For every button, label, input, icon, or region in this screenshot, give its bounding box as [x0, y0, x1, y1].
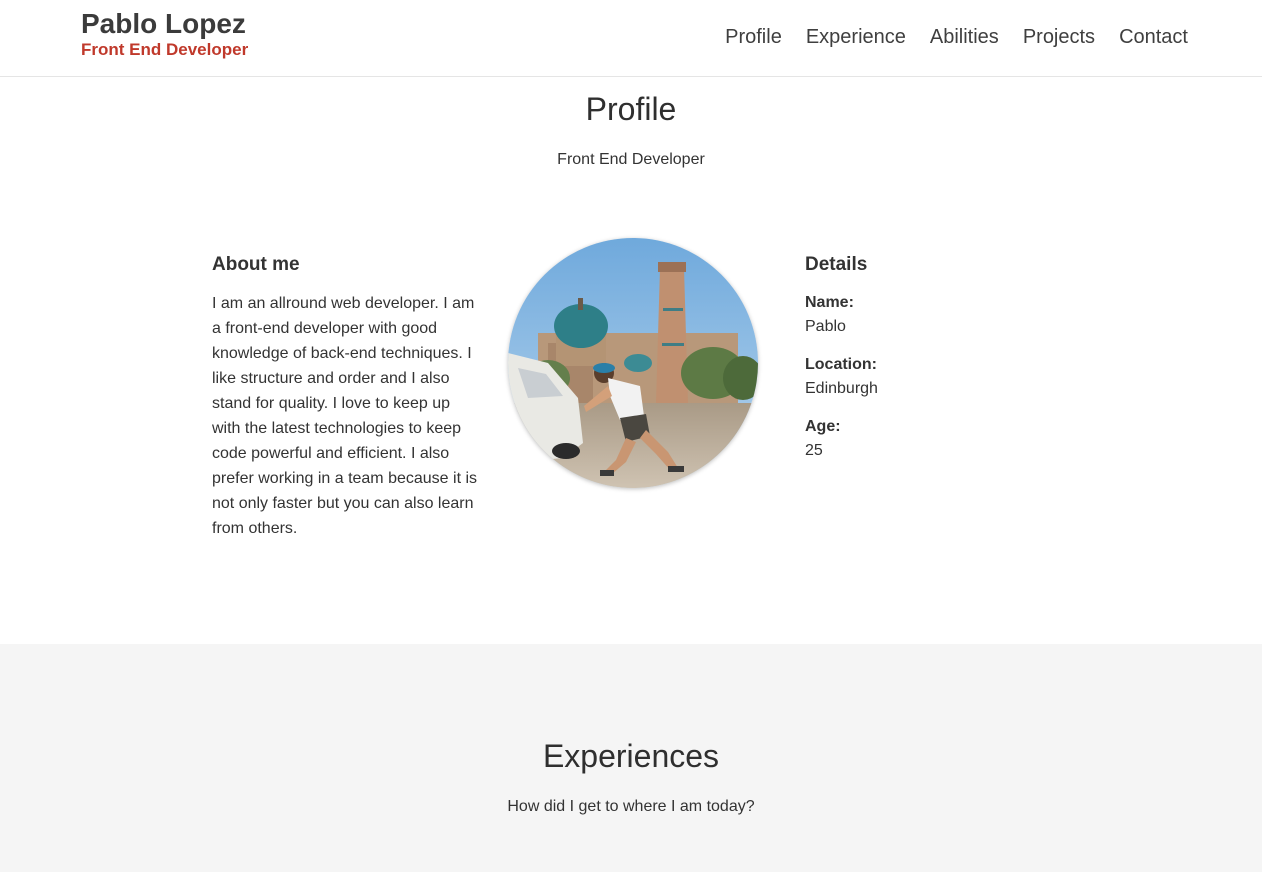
profile-section: Profile Front End Developer About me I a… — [0, 77, 1262, 644]
about-me-column: About me I am an allround web developer.… — [212, 253, 480, 541]
experience-subtitle: How did I get to where I am today? — [507, 798, 755, 815]
profile-photo — [508, 238, 758, 488]
brand-role: Front End Developer — [81, 40, 249, 59]
detail-label: Name: — [805, 294, 854, 311]
experience-section: Experiences How did I get to where I am … — [0, 644, 1262, 872]
detail-label: Age: — [805, 418, 841, 435]
nav-item-profile[interactable]: Profile — [725, 25, 782, 49]
details-column: Details Name: Pablo Location: Edinburgh … — [805, 253, 1055, 463]
brand-logo[interactable]: Pablo Lopez Front End Developer — [81, 8, 248, 60]
detail-label: Location: — [805, 356, 877, 373]
main-nav: Profile Experience Abilities Projects Co… — [725, 25, 1188, 49]
about-me-heading: About me — [212, 254, 300, 275]
detail-value: 25 — [805, 442, 823, 459]
profile-photo-image — [508, 238, 758, 488]
detail-name: Name: Pablo — [805, 291, 1055, 339]
about-me-text: I am an allround web developer. I am a f… — [212, 295, 478, 537]
nav-item-projects[interactable]: Projects — [1023, 25, 1095, 49]
nav-item-contact[interactable]: Contact — [1119, 25, 1188, 49]
profile-title: Profile — [585, 91, 677, 127]
detail-age: Age: 25 — [805, 415, 1055, 463]
detail-value: Edinburgh — [805, 380, 878, 397]
nav-item-abilities[interactable]: Abilities — [930, 25, 999, 49]
experience-title: Experiences — [542, 738, 720, 774]
site-header: Pablo Lopez Front End Developer Profile … — [0, 0, 1262, 77]
profile-subtitle: Front End Developer — [557, 151, 705, 168]
detail-location: Location: Edinburgh — [805, 353, 1055, 401]
detail-value: Pablo — [805, 318, 846, 335]
details-heading: Details — [805, 254, 868, 275]
brand-name: Pablo Lopez — [81, 8, 246, 39]
nav-item-experience[interactable]: Experience — [806, 25, 906, 49]
